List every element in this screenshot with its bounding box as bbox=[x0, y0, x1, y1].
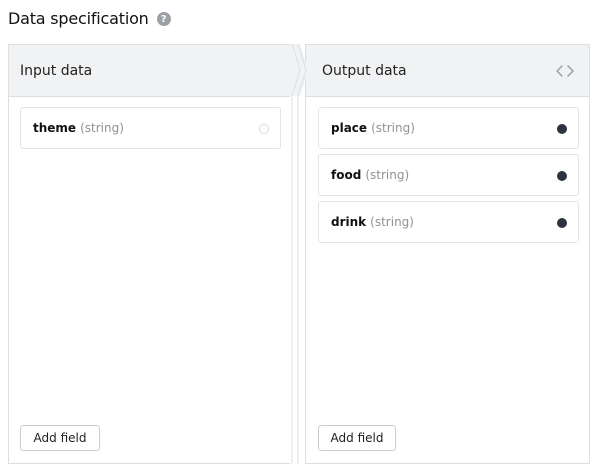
input-field-theme[interactable]: theme (string) bbox=[20, 107, 281, 149]
field-type: (string) bbox=[80, 121, 124, 135]
output-field-drink[interactable]: drink (string) bbox=[318, 201, 579, 243]
connector-filled-icon[interactable] bbox=[557, 218, 567, 228]
field-name: drink bbox=[331, 215, 367, 229]
output-data-panel: Output data place (string) food (string)… bbox=[305, 44, 590, 464]
title-row: Data specification ? bbox=[8, 6, 171, 30]
field-name: food bbox=[331, 168, 362, 182]
panel-flow-arrow bbox=[290, 44, 308, 464]
connector-filled-icon[interactable] bbox=[557, 171, 567, 181]
output-panel-header: Output data bbox=[306, 45, 589, 97]
field-name: theme bbox=[33, 121, 77, 135]
field-type: (string) bbox=[370, 215, 414, 229]
field-name: place bbox=[331, 121, 368, 135]
input-data-panel: Input data theme (string) Add field bbox=[8, 44, 300, 464]
output-field-food[interactable]: food (string) bbox=[318, 154, 579, 196]
output-field-place[interactable]: place (string) bbox=[318, 107, 579, 149]
input-panel-header: Input data bbox=[9, 45, 299, 97]
add-input-field-button[interactable]: Add field bbox=[20, 425, 100, 451]
input-panel-title: Input data bbox=[20, 62, 93, 79]
page-title: Data specification bbox=[8, 8, 149, 28]
output-panel-title: Output data bbox=[322, 62, 407, 79]
add-output-field-button[interactable]: Add field bbox=[318, 425, 396, 451]
connector-empty-icon[interactable] bbox=[259, 124, 269, 134]
field-type: (string) bbox=[365, 168, 410, 182]
code-brackets-icon[interactable] bbox=[555, 63, 575, 79]
question-circle-icon[interactable]: ? bbox=[156, 12, 171, 26]
field-type: (string) bbox=[371, 121, 415, 135]
connector-filled-icon[interactable] bbox=[557, 124, 567, 134]
